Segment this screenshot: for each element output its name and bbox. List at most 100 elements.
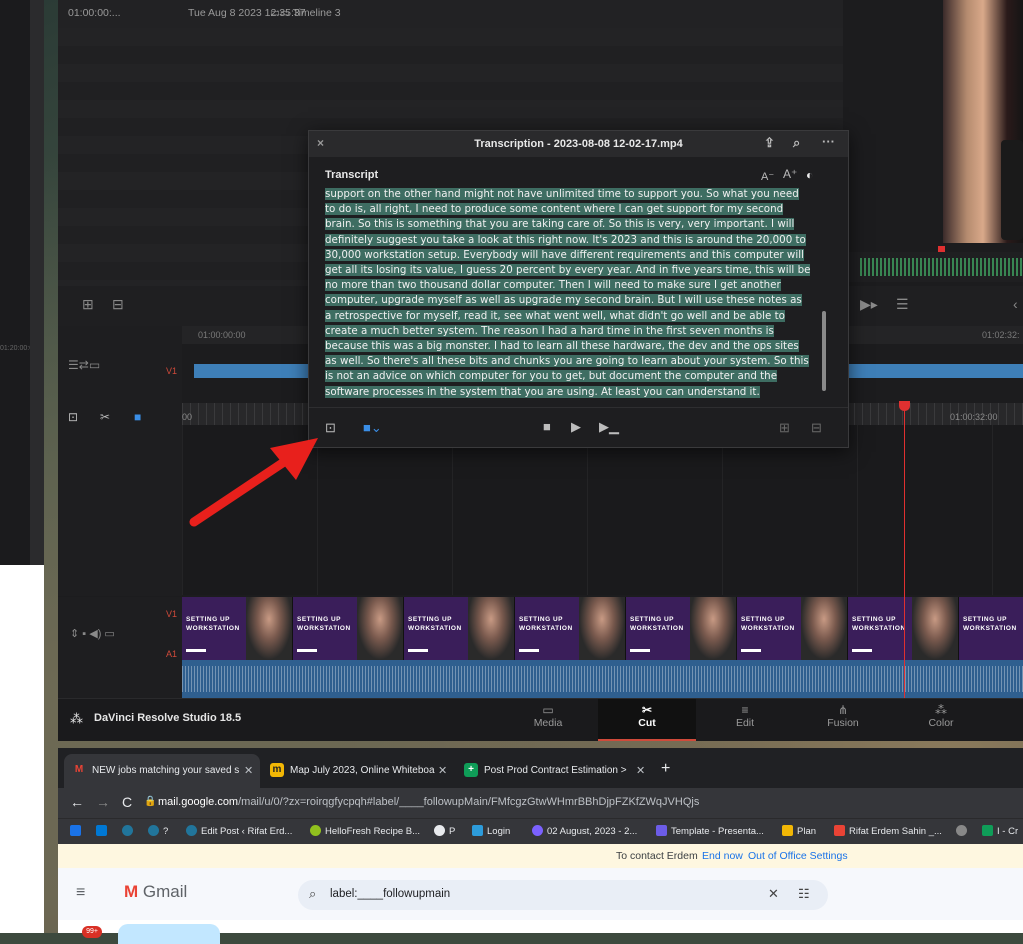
- lock-icon[interactable]: 🔒: [144, 796, 156, 807]
- video-clip[interactable]: SETTING UP WORKSTATION: [737, 597, 848, 660]
- video-clip[interactable]: SETTING UP WORKSTATION: [959, 597, 1023, 660]
- add-to-timeline-icon[interactable]: ⊡: [325, 420, 336, 436]
- back-icon[interactable]: ←: [70, 794, 84, 810]
- end-now-link[interactable]: End now: [702, 850, 743, 862]
- github-icon: [434, 825, 445, 836]
- bookmark-item[interactable]: [96, 825, 111, 837]
- gmail-logo[interactable]: M Gmail: [124, 882, 187, 902]
- menu-icon[interactable]: ≡: [76, 884, 85, 902]
- bookmark-item[interactable]: [122, 825, 137, 837]
- playhead-marker[interactable]: [938, 246, 945, 252]
- ruler2-timecode: 01:00:32:00: [950, 412, 998, 422]
- bookmark-item[interactable]: I - Cr: [982, 825, 1018, 837]
- new-tab-icon[interactable]: +: [661, 760, 670, 778]
- clip-title: SETTING UP WORKSTATION: [741, 616, 795, 632]
- transcript-line: get all its losing its value, I guess 20…: [325, 264, 811, 277]
- bookmark-item[interactable]: [70, 825, 85, 837]
- bookmark-item[interactable]: 02 August, 2023 - 2...: [532, 825, 637, 837]
- bookmark-item[interactable]: Login: [472, 825, 510, 837]
- clear-search-icon[interactable]: ✕: [768, 886, 779, 902]
- playhead-handle[interactable]: [899, 401, 910, 411]
- page-tab-fusion[interactable]: ⋔ Fusion: [794, 699, 892, 739]
- transcript-line: definitely suggest you take a look at th…: [325, 233, 806, 246]
- playhead-line[interactable]: [904, 403, 905, 698]
- decrease-font-button[interactable]: A⁻: [761, 170, 774, 183]
- bookmark-item[interactable]: Rifat Erdem Sahin _...: [834, 825, 942, 837]
- video-clip[interactable]: SETTING UP WORKSTATION: [515, 597, 626, 660]
- transcript-scrollbar[interactable]: [822, 311, 826, 391]
- tab-sheets[interactable]: + Post Prod Contract Estimation > ✕: [456, 754, 652, 788]
- clip-bar: [630, 649, 650, 652]
- contrast-icon[interactable]: ◐: [806, 168, 813, 182]
- close-icon[interactable]: ×: [317, 136, 324, 150]
- track-tools-icon[interactable]: ☰⇄▭: [68, 358, 100, 372]
- transcription-dialog: Transcription - 2023-08-08 12-02-17.mp4 …: [308, 130, 849, 448]
- reload-icon[interactable]: C: [122, 794, 132, 810]
- stop-icon[interactable]: ■: [543, 419, 551, 434]
- bookmark-item[interactable]: HelloFresh Recipe B...: [310, 825, 420, 837]
- play-to-end-icon[interactable]: ▶▁: [599, 419, 619, 435]
- settings-icon[interactable]: ☰: [896, 296, 909, 313]
- close-tab-icon[interactable]: ✕: [636, 764, 645, 777]
- page-tab-edit[interactable]: ≡ Edit: [696, 699, 794, 739]
- close-tab-icon[interactable]: ✕: [438, 764, 447, 777]
- page-tab-label: Fusion: [827, 717, 859, 729]
- video-clip[interactable]: SETTING UP WORKSTATION: [626, 597, 737, 660]
- timeline-name[interactable]: ▭▭ Timeline 3: [270, 7, 341, 19]
- play-icon[interactable]: ▶: [571, 419, 581, 435]
- url-field[interactable]: mail.google.com/mail/u/0/?zx=roirqgfycpq…: [158, 796, 699, 808]
- page-tab-color[interactable]: ⁂ Color: [892, 699, 990, 739]
- bookmark-item[interactable]: Edit Post ‹ Rifat Erd...: [186, 825, 292, 837]
- search-icon[interactable]: ⌕: [309, 886, 316, 902]
- compose-button[interactable]: [118, 924, 220, 944]
- tab-label: Post Prod Contract Estimation >: [484, 765, 627, 776]
- audio-overview[interactable]: [848, 252, 1023, 282]
- page-tab-media[interactable]: ▭ Media: [499, 699, 597, 739]
- hellofresh-icon: [310, 825, 321, 836]
- clip-title: SETTING UP WORKSTATION: [852, 616, 906, 632]
- snap-icon[interactable]: ⊡: [68, 410, 78, 424]
- transcript-line: brain. So this is something that you are…: [325, 218, 795, 231]
- tab-miro[interactable]: m Map July 2023, Online Whiteboa ✕: [262, 754, 452, 788]
- tab-gmail[interactable]: M NEW jobs matching your saved s ✕: [64, 754, 260, 788]
- forward-icon[interactable]: →: [96, 794, 110, 810]
- ooo-settings-link[interactable]: Out of Office Settings: [748, 850, 848, 862]
- bookmark-item[interactable]: ?: [148, 825, 168, 837]
- transcript-text[interactable]: support on the other hand might not have…: [325, 187, 830, 399]
- search-options-icon[interactable]: ☷: [798, 886, 810, 902]
- waveform: [860, 258, 1023, 276]
- bookmark-item[interactable]: [956, 825, 971, 837]
- track-controls-icon[interactable]: ⇕ ▪ ◀) ▭: [70, 627, 115, 640]
- transition-icon[interactable]: ▶▸: [860, 296, 878, 313]
- insert-audio-icon[interactable]: ⊟: [112, 296, 124, 313]
- insert-icon[interactable]: ⊞: [779, 420, 790, 436]
- export-icon[interactable]: ⇪: [764, 135, 775, 151]
- video-clip[interactable]: SETTING UP WORKSTATION: [293, 597, 404, 660]
- left-window-scrollbar[interactable]: [30, 0, 44, 565]
- audio-track[interactable]: [182, 660, 1023, 698]
- marker-dropdown-icon[interactable]: ■⌄: [363, 420, 382, 436]
- video-clip[interactable]: SETTING UP WORKSTATION: [404, 597, 515, 660]
- bookmark-item[interactable]: P: [434, 825, 455, 837]
- increase-font-button[interactable]: A⁺: [783, 167, 797, 181]
- page-tab-label: Edit: [735, 717, 755, 729]
- video-track[interactable]: SETTING UP WORKSTATION SETTING UP WORKST…: [182, 597, 1023, 660]
- search-input[interactable]: ⌕ label:____followupmain ✕ ☷: [298, 880, 828, 910]
- close-tab-icon[interactable]: ✕: [244, 764, 253, 777]
- bookmark-item[interactable]: Plan: [782, 825, 816, 837]
- insert-clip-icon[interactable]: ⊞: [82, 296, 94, 313]
- clip-bar: [408, 649, 428, 652]
- bookmark-item[interactable]: Template - Presenta...: [656, 825, 764, 837]
- scissors-icon[interactable]: ✂: [100, 410, 110, 424]
- transcript-line: a retrospective for myself, read it, see…: [325, 309, 785, 322]
- track-label-v1-lower: V1: [166, 609, 178, 619]
- search-icon[interactable]: ⌕: [793, 135, 800, 151]
- video-clip[interactable]: SETTING UP WORKSTATION: [182, 597, 293, 660]
- overwrite-icon[interactable]: ⊟: [811, 420, 822, 436]
- chevron-left-icon[interactable]: ‹: [1013, 296, 1018, 312]
- page-tab-cut[interactable]: ✂ Cut: [598, 699, 696, 741]
- clip-thumbnail: [912, 597, 958, 660]
- flag-icon[interactable]: ■: [134, 410, 141, 424]
- track-label-v1: V1: [166, 366, 178, 376]
- more-options-icon[interactable]: ···: [822, 134, 835, 149]
